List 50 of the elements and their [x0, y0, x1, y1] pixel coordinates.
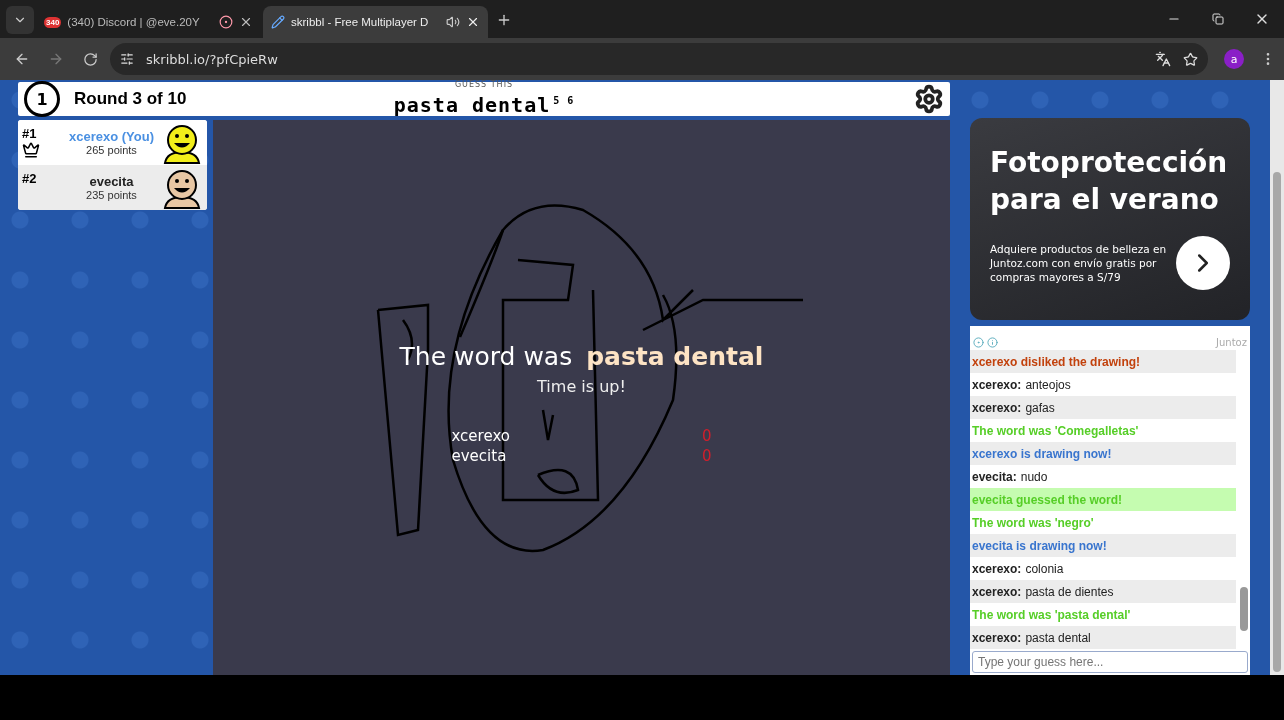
round-timer: 1	[24, 81, 60, 117]
pencil-icon	[271, 15, 285, 29]
reload-icon	[82, 51, 98, 67]
tab-title: (340) Discord | @eve.20Y	[67, 16, 201, 28]
score-value: 0	[701, 426, 712, 446]
chat-message: xcerexo: gafas	[970, 396, 1236, 419]
score-value: 0	[701, 446, 712, 466]
ad-text: Adquiere productos de belleza en Juntoz.com con envío gratis por compras mayores a S/79	[990, 242, 1168, 284]
ad-banner[interactable]: Fotoprotección para el verano Adquiere productos de belleza en Juntoz.com con envío gratis por compras mayores a S/79	[970, 118, 1250, 320]
close-icon[interactable]	[239, 15, 253, 29]
url-text: skribbl.io/?pfCpieRw	[146, 51, 279, 67]
guess-input[interactable]: Type your guess here...	[972, 651, 1248, 673]
chat-message: xcerexo is drawing now!	[970, 442, 1236, 465]
tab-title: skribbl - Free Multiplayer D	[291, 16, 430, 28]
chat-message: evecita is drawing now!	[970, 534, 1236, 557]
plus-icon	[496, 12, 512, 28]
page-scrollbar[interactable]	[1270, 80, 1284, 675]
score-player-name: xcerexo	[451, 426, 510, 446]
browser-tab[interactable]: skribbl - Free Multiplayer D	[263, 6, 488, 38]
bookmark-star-icon[interactable]	[1183, 51, 1198, 67]
score-player-name: evecita	[451, 446, 507, 466]
result-word: pasta dental	[586, 342, 764, 371]
chat-message: xcerexo: pasta dental	[970, 626, 1236, 649]
settings-icon[interactable]	[914, 84, 944, 114]
site-settings-icon[interactable]	[120, 52, 134, 66]
player-points: 265 points	[86, 144, 137, 156]
player-rank: #2	[22, 171, 38, 186]
profile-avatar[interactable]: a	[1224, 49, 1244, 69]
word-display: pasta dental$^{5 6}$	[393, 91, 575, 117]
player-rank: #1	[22, 126, 38, 141]
translate-icon[interactable]	[1155, 51, 1171, 67]
ad-sponsor: Juntoz	[1216, 336, 1247, 348]
result-label: The word was	[399, 342, 573, 371]
address-bar[interactable]: skribbl.io/?pfCpieRw	[110, 43, 1208, 75]
player-name: evecita	[89, 174, 134, 189]
player-name: xcerexo (You)	[69, 129, 154, 144]
notification-badge: 340	[44, 16, 62, 28]
browser-tab[interactable]: 340 (340) Discord | @eve.20Y	[36, 6, 261, 38]
ad-title: Fotoprotección para el verano	[990, 145, 1229, 218]
chat-message: xcerexo: pasta de dientes	[970, 580, 1236, 603]
ad-next-button[interactable]	[1176, 236, 1230, 290]
player-points: 235 points	[86, 189, 137, 201]
close-icon[interactable]	[466, 15, 480, 29]
guess-hint: GUESS THIS	[454, 80, 514, 89]
round-label: Round 3 of 10	[74, 89, 187, 109]
chat-message: xcerexo disliked the drawing!	[970, 350, 1236, 373]
result-reason: Time is up!	[537, 377, 626, 396]
chat-message: evecita guessed the word!	[970, 488, 1236, 511]
forward-arrow-icon	[48, 51, 64, 67]
restore-icon	[1212, 13, 1224, 25]
